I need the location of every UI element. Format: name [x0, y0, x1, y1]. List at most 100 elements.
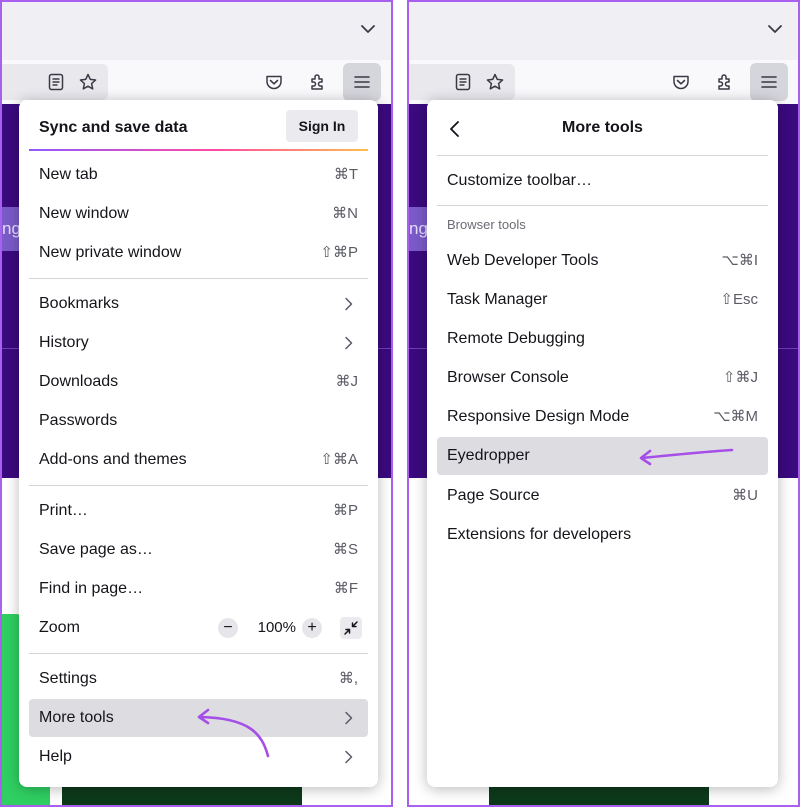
sync-separator	[29, 149, 368, 151]
menu-item-label: Extensions for developers	[447, 526, 632, 543]
menu-item-browser-console[interactable]: Browser Console ⇧⌘J	[437, 359, 768, 397]
menu-item-label: Downloads	[39, 373, 119, 390]
menu-item-label: Settings	[39, 670, 97, 687]
menu-item-downloads[interactable]: Downloads ⌘J	[29, 363, 368, 401]
menu-item-label: Browser Console	[447, 369, 569, 386]
menu-item-shortcut: ⇧⌘P	[320, 244, 358, 261]
menu-item-remote-debugging[interactable]: Remote Debugging	[437, 320, 768, 358]
menu-item-label: New tab	[39, 166, 98, 183]
menu-item-print[interactable]: Print… ⌘P	[29, 492, 368, 530]
navigation-toolbar	[2, 60, 391, 104]
menu-item-shortcut: ⌘T	[333, 166, 358, 183]
hamburger-menu-icon	[761, 76, 777, 88]
menu-item-responsive-design-mode[interactable]: Responsive Design Mode ⌥⌘M	[437, 398, 768, 436]
menu-item-save-page[interactable]: Save page as… ⌘S	[29, 531, 368, 569]
menu-item-label: More tools	[39, 709, 114, 726]
hamburger-menu-button[interactable]	[750, 63, 788, 101]
menu-item-zoom: Zoom − 100% +	[29, 609, 368, 647]
menu-item-label: New private window	[39, 244, 182, 261]
menu-item-shortcut: ⌘J	[335, 373, 359, 390]
menu-item-new-tab[interactable]: New tab ⌘T	[29, 156, 368, 194]
section-header: Browser tools	[447, 217, 526, 232]
menu-item-page-source[interactable]: Page Source ⌘U	[437, 477, 768, 515]
menu-item-passwords[interactable]: Passwords	[29, 402, 368, 440]
extensions-icon[interactable]	[308, 72, 328, 92]
menu-item-find-in-page[interactable]: Find in page… ⌘F	[29, 570, 368, 608]
reader-view-icon[interactable]	[46, 72, 66, 92]
menu-separator	[29, 278, 368, 279]
tab-bar	[2, 2, 391, 60]
sync-title: Sync and save data	[39, 119, 188, 136]
pocket-icon[interactable]	[671, 72, 691, 92]
menu-item-shortcut: ⌥⌘I	[721, 252, 758, 269]
menu-item-label: Remote Debugging	[447, 330, 585, 347]
menu-item-shortcut: ⇧Esc	[720, 291, 758, 308]
bookmark-star-icon[interactable]	[78, 72, 98, 92]
menu-item-label: Passwords	[39, 412, 118, 429]
zoom-out-button[interactable]: −	[218, 618, 238, 638]
menu-item-label: Add-ons and themes	[39, 451, 187, 468]
menu-item-label: Save page as…	[39, 541, 153, 558]
menu-item-shortcut: ⌘N	[332, 205, 358, 222]
sign-in-button[interactable]: Sign In	[286, 110, 358, 142]
menu-item-addons-themes[interactable]: Add-ons and themes ⇧⌘A	[29, 441, 368, 479]
menu-item-label: New window	[39, 205, 129, 222]
bookmark-star-icon[interactable]	[485, 72, 505, 92]
page-side-chip: ng	[409, 207, 429, 251]
menu-item-shortcut: ⌘P	[332, 502, 358, 519]
fullscreen-button[interactable]	[340, 617, 362, 639]
menu-item-extensions-for-developers[interactable]: Extensions for developers	[437, 516, 768, 554]
menu-item-label: Bookmarks	[39, 295, 120, 312]
fullscreen-icon	[344, 621, 358, 635]
zoom-in-button[interactable]: +	[302, 618, 322, 638]
zoom-level[interactable]: 100%	[258, 609, 296, 647]
chevron-right-icon	[345, 297, 353, 311]
url-bar[interactable]	[2, 64, 108, 100]
menu-item-shortcut: ⌘,	[338, 670, 358, 687]
annotation-arrow-more-tools	[197, 708, 270, 758]
reader-view-icon[interactable]	[453, 72, 473, 92]
hamburger-menu-icon	[354, 76, 370, 88]
menu-item-label: Help	[39, 748, 72, 765]
menu-item-label: Customize toolbar…	[447, 172, 592, 189]
menu-separator	[29, 485, 368, 486]
tab-bar	[409, 2, 798, 60]
navigation-toolbar	[409, 60, 798, 104]
menu-item-label: Web Developer Tools	[447, 252, 599, 269]
menu-item-web-developer-tools[interactable]: Web Developer Tools ⌥⌘I	[437, 242, 768, 280]
menu-item-new-window[interactable]: New window ⌘N	[29, 195, 368, 233]
menu-item-shortcut: ⇧⌘A	[320, 451, 358, 468]
menu-item-shortcut: ⌘U	[732, 487, 758, 504]
chevron-right-icon	[345, 336, 353, 350]
menu-item-label: Task Manager	[447, 291, 548, 308]
zoom-label: Zoom	[39, 619, 80, 636]
menu-separator	[437, 205, 768, 206]
menu-item-label: Find in page…	[39, 580, 144, 597]
menu-item-shortcut: ⌘S	[332, 541, 358, 558]
chevron-right-icon	[345, 711, 353, 725]
menu-item-task-manager[interactable]: Task Manager ⇧Esc	[437, 281, 768, 319]
panel-title: More tools	[562, 119, 643, 136]
menu-item-settings[interactable]: Settings ⌘,	[29, 660, 368, 698]
menu-item-history[interactable]: History	[29, 324, 368, 362]
chevron-down-icon[interactable]	[359, 20, 377, 38]
menu-item-customize-toolbar[interactable]: Customize toolbar…	[437, 162, 768, 200]
menu-item-label: History	[39, 334, 89, 351]
menu-item-label: Responsive Design Mode	[447, 408, 630, 425]
menu-separator	[437, 155, 768, 156]
menu-item-label: Eyedropper	[447, 447, 530, 464]
chevron-right-icon	[345, 750, 353, 764]
pocket-icon[interactable]	[264, 72, 284, 92]
menu-item-new-private-window[interactable]: New private window ⇧⌘P	[29, 234, 368, 272]
menu-item-shortcut: ⌘F	[333, 580, 358, 597]
menu-separator	[29, 653, 368, 654]
menu-item-label: Print…	[39, 502, 88, 519]
menu-item-shortcut: ⌥⌘M	[713, 408, 758, 425]
menu-item-shortcut: ⇧⌘J	[722, 369, 758, 386]
hamburger-menu-button[interactable]	[343, 63, 381, 101]
menu-item-bookmarks[interactable]: Bookmarks	[29, 285, 368, 323]
chevron-down-icon[interactable]	[766, 20, 784, 38]
menu-item-label: Page Source	[447, 487, 540, 504]
extensions-icon[interactable]	[715, 72, 735, 92]
url-bar[interactable]	[409, 64, 515, 100]
